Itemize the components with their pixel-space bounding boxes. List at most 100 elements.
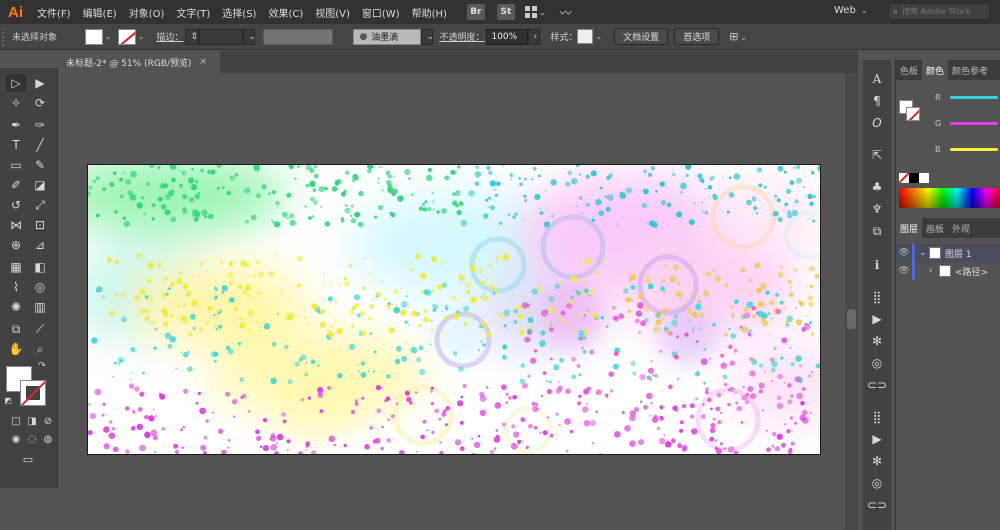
close-tab-icon[interactable]: × xyxy=(200,57,208,67)
document-setup-button[interactable]: 文档设置 xyxy=(614,28,669,45)
stock-search-box[interactable]: ⌕ xyxy=(888,3,990,20)
align-panel-icon[interactable]: ⣿ xyxy=(867,288,887,306)
selection-tool-icon[interactable]: ▷ xyxy=(6,74,26,92)
magic-wand-tool-icon[interactable]: ✧ xyxy=(6,94,26,112)
artboard-tool-icon[interactable]: ⧉ xyxy=(6,320,26,338)
scale-tool-icon[interactable]: ⤢ xyxy=(30,196,50,214)
eyedropper-tool-icon[interactable]: ⌇ xyxy=(6,278,26,296)
links-panel-icon[interactable]: ⊂⊃ xyxy=(867,376,887,394)
graphic-styles-panel-icon[interactable]: ⧉ xyxy=(867,222,887,240)
export-panel-icon[interactable]: ⇱ xyxy=(867,146,887,164)
direct-selection-tool-icon[interactable]: ▶ xyxy=(30,74,50,92)
brush-definition[interactable]: ● 油墨滴 xyxy=(353,28,422,45)
perspective-grid-tool-icon[interactable]: ⊿ xyxy=(30,236,50,254)
menu-object[interactable]: 对象(O) xyxy=(123,5,171,20)
color-panel-stroke-swatch[interactable] xyxy=(906,107,920,121)
menu-type[interactable]: 文字(T) xyxy=(170,5,216,20)
menu-effect[interactable]: 效果(C) xyxy=(262,5,309,20)
layer-row[interactable]: 👁 ⌄ 图层 1 xyxy=(896,244,1000,262)
blend-tool-icon[interactable]: ◎ xyxy=(30,278,50,296)
menu-select[interactable]: 选择(S) xyxy=(216,5,262,20)
mesh-tool-icon[interactable]: ▦ xyxy=(6,258,26,276)
arrange-icon[interactable]: ⊞ ⌄ xyxy=(729,30,747,43)
hand-tool-icon[interactable]: ✋ xyxy=(6,340,26,358)
stroke-weight-stepper[interactable]: ⇕ xyxy=(185,28,200,45)
splatter-artwork[interactable] xyxy=(88,165,821,455)
graphic-style-swatch[interactable] xyxy=(577,29,594,44)
navigator-panel-icon[interactable]: ✻ xyxy=(867,332,887,350)
slider-track-b[interactable] xyxy=(950,148,998,151)
appearance-panel-icon[interactable]: ◎ xyxy=(867,354,887,372)
variable-width-profile[interactable] xyxy=(263,28,334,45)
eraser-tool-icon[interactable]: ◪ xyxy=(30,176,50,194)
opacity-input[interactable]: 100% xyxy=(486,28,529,45)
pen-tool-icon[interactable]: ✒ xyxy=(6,116,26,134)
brushes-panel-icon[interactable]: ♆ xyxy=(867,200,887,218)
layer-name[interactable]: 图层 1 xyxy=(945,247,972,260)
gradient-tool-icon[interactable]: ◧ xyxy=(30,258,50,276)
rotate-tool-icon[interactable]: ↺ xyxy=(6,196,26,214)
visibility-eye-icon[interactable]: 👁 xyxy=(896,266,912,276)
draw-inside-icon[interactable]: ◍ xyxy=(38,430,58,448)
visibility-eye-icon[interactable]: 👁 xyxy=(896,248,912,258)
navigator-panel-icon-2[interactable]: ✻ xyxy=(867,452,887,470)
layer-row[interactable]: 👁 › <路径> xyxy=(896,262,1000,280)
swap-colors-icon[interactable]: ↷ xyxy=(36,360,48,372)
brush-dropdown[interactable]: ⌄ xyxy=(421,28,434,45)
zoom-tool-icon[interactable]: ⌕ xyxy=(30,340,50,358)
artboard[interactable] xyxy=(87,164,821,455)
screen-mode-icon[interactable]: ▭ xyxy=(18,450,38,468)
width-tool-icon[interactable]: ⋈ xyxy=(6,216,26,234)
stroke-weight-dropdown[interactable]: ⌄ xyxy=(243,28,256,45)
style-dropdown-icon[interactable]: ⌄ xyxy=(595,32,602,41)
menu-file[interactable]: 文件(F) xyxy=(31,5,77,20)
character-panel-icon[interactable]: A xyxy=(867,70,887,88)
layer-name[interactable]: <路径> xyxy=(955,265,988,278)
color-spectrum[interactable] xyxy=(899,188,1000,208)
stroke-color-box[interactable] xyxy=(20,380,46,406)
none-swatch[interactable] xyxy=(899,173,909,183)
symbol-sprayer-tool-icon[interactable]: ✺ xyxy=(6,298,26,316)
curvature-tool-icon[interactable]: ✑ xyxy=(30,116,50,134)
arrange-documents-icon[interactable]: ⌄ xyxy=(524,6,546,18)
paragraph-panel-icon[interactable]: ¶ xyxy=(867,92,887,110)
menu-help[interactable]: 帮助(H) xyxy=(406,5,453,20)
menu-edit[interactable]: 编辑(E) xyxy=(77,5,123,20)
canvas-area[interactable] xyxy=(58,73,858,530)
shaper-tool-icon[interactable]: ✐ xyxy=(6,176,26,194)
actions-panel-icon-2[interactable]: ▶ xyxy=(867,430,887,448)
type-tool-icon[interactable]: T xyxy=(6,136,26,154)
black-swatch[interactable] xyxy=(909,173,919,183)
tab-layers[interactable]: 图层 xyxy=(896,218,923,238)
gpu-performance-icon[interactable]: 〰 xyxy=(560,4,572,21)
fill-dropdown-icon[interactable]: ⌄ xyxy=(105,32,112,41)
opacity-label[interactable]: 不透明度： xyxy=(439,30,484,43)
opacity-dropdown-icon[interactable]: › xyxy=(528,28,541,45)
vertical-scrollbar[interactable] xyxy=(845,73,858,530)
slider-track-g[interactable] xyxy=(950,122,998,125)
stroke-weight-input[interactable] xyxy=(199,28,244,45)
line-tool-icon[interactable]: ╱ xyxy=(30,136,50,154)
paintbrush-tool-icon[interactable]: ✎ xyxy=(30,156,50,174)
lasso-tool-icon[interactable]: ⟳ xyxy=(30,94,50,112)
shape-builder-tool-icon[interactable]: ⊕ xyxy=(6,236,26,254)
bridge-button[interactable]: Br xyxy=(466,4,485,20)
none-mode-icon[interactable]: ⊘ xyxy=(38,412,58,430)
symbols-panel-icon[interactable]: ♣ xyxy=(867,178,887,196)
info-panel-icon[interactable]: ℹ xyxy=(867,256,887,274)
stock-search-input[interactable] xyxy=(902,7,983,16)
menu-view[interactable]: 视图(V) xyxy=(309,5,356,20)
expand-chevron-icon[interactable]: ⌄ xyxy=(919,248,929,258)
tab-artboards[interactable]: 画板 xyxy=(922,218,948,238)
expand-chevron-icon[interactable]: › xyxy=(929,266,939,276)
rectangle-tool-icon[interactable]: ▭ xyxy=(6,156,26,174)
tab-color[interactable]: 颜色 xyxy=(922,60,949,80)
workspace-switcher[interactable]: Web ⌄ xyxy=(834,5,868,16)
scrollbar-thumb[interactable] xyxy=(847,309,856,329)
stroke-label[interactable]: 描边： xyxy=(156,30,183,43)
default-colors-icon[interactable]: ◩ xyxy=(2,394,14,406)
tab-appearance[interactable]: 外观 xyxy=(948,218,974,238)
preferences-button[interactable]: 首选项 xyxy=(674,28,720,45)
white-swatch[interactable] xyxy=(919,173,929,183)
stock-button[interactable]: St xyxy=(496,4,515,20)
